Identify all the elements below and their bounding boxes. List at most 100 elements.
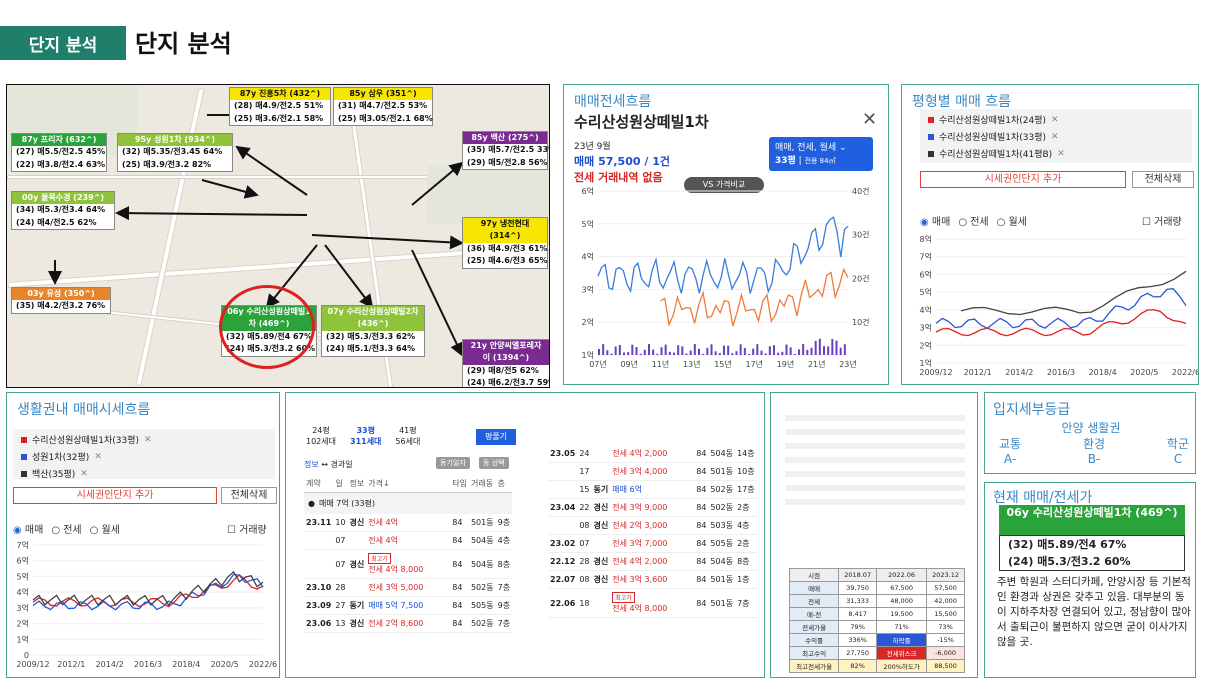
- invest-head-cell: 2018.07: [838, 568, 878, 582]
- area-tab[interactable]: 41평 56세대: [395, 425, 420, 447]
- cell-f: 2층: [737, 503, 750, 512]
- map-label-sungwon[interactable]: 95y 성원1차 (934^) (32) 매5.35/전3.45 64% (25) …: [117, 133, 233, 173]
- map-label-prija[interactable]: 87y 프리자 (632^) (27) 매5.5/전2.5 45% (22) 매3.…: [11, 133, 107, 173]
- table-row[interactable]: 23.10 28 전세 3억 5,000 84 502동 7층: [304, 579, 513, 597]
- radio-sale[interactable]: ◉ 매매: [920, 213, 950, 228]
- filter-select[interactable]: 매매, 전세, 월세 ⌄ 33평 | 전용 84㎡: [769, 137, 873, 171]
- volume-checkbox[interactable]: ☐ 거래량: [1142, 213, 1182, 228]
- table-row[interactable]: 17 전세 3억 4,000 84 501동 10층: [548, 463, 757, 481]
- col-header[interactable]: 가격↓: [366, 475, 450, 493]
- elapsed-tab[interactable]: 경과일: [331, 460, 353, 469]
- x-tick: 2022/6: [249, 660, 277, 669]
- col-header[interactable]: 층: [496, 475, 512, 493]
- highest-price-tag: 최고가: [612, 592, 635, 603]
- invest-cell: 하락률: [876, 633, 928, 647]
- map-label-row: (25) 매3.05/전2.1 68%: [338, 113, 433, 123]
- info-tab[interactable]: 정보: [304, 460, 319, 469]
- map-label-yusung[interactable]: 03y 유성 (350^) (35) 매4.2/전3.2 76%: [11, 287, 111, 314]
- sync-date-chip[interactable]: 동기일자: [436, 457, 470, 469]
- table-row[interactable]: 23.04 22 경신 전세 3억 9,000 84 502동 2층: [548, 499, 757, 517]
- col-header[interactable]: 일: [333, 475, 347, 493]
- x-tick: 19년: [777, 359, 795, 369]
- map-label-head: 00y 율목수경 (239^): [12, 192, 114, 205]
- legend-label: 수리산성원상떼빌1차(41평B): [939, 150, 1053, 160]
- volume-bar: [639, 353, 642, 355]
- remove-icon[interactable]: ✕: [1051, 115, 1059, 125]
- volume-bar: [814, 340, 817, 355]
- cell-dong: 502동: [710, 485, 734, 494]
- y-tick: 1억: [17, 634, 29, 644]
- type-select-value: 매매, 전세, 월세: [775, 143, 837, 153]
- life-clear-all-button[interactable]: 전체삭제: [221, 487, 277, 504]
- map-label-anyang[interactable]: 21y 안양씨엘포레자이 (1394^) (29) 매8/전5 62% (24) 매…: [462, 339, 549, 387]
- invest-head-row: 시점 2018.07 2022.06 2023.12: [788, 568, 965, 582]
- col-header[interactable]: 타입: [450, 475, 469, 493]
- invest-table: 시점 2018.07 2022.06 2023.12 매매 39,750 67,500 57,…: [788, 568, 965, 673]
- remove-icon[interactable]: ✕: [80, 469, 88, 479]
- remove-icon[interactable]: ✕: [94, 452, 102, 462]
- remove-icon[interactable]: ✕: [144, 435, 152, 445]
- cell-m: [304, 550, 333, 579]
- clear-all-button[interactable]: 전체삭제: [1132, 171, 1194, 188]
- table-row[interactable]: 22.07 08 경신 전세 3억 3,600 84 501동 1층: [548, 571, 757, 589]
- cell-k: [348, 579, 367, 597]
- map-label-samwoo[interactable]: 85y 삼우 (351^) (31) 매4.7/전2.5 53% (25) 매3.0…: [333, 87, 433, 127]
- section-tab[interactable]: 단지 분석: [0, 26, 126, 60]
- map-label-jinheung[interactable]: 87y 진흥5차 (432^) (28) 매4.9/전2.5 51% (25) 매3…: [229, 87, 331, 127]
- radio-rent[interactable]: ○ 월세: [997, 213, 1027, 228]
- map-label-suri2[interactable]: 07y 수리산성원상떼빌2차 (436^) (32) 매5.3/전3.3 62% (…: [321, 305, 425, 357]
- life-volume-checkbox[interactable]: ☐ 거래량: [227, 521, 267, 536]
- life-radio-rent[interactable]: ○ 월세: [90, 521, 120, 536]
- grade-value: A-: [1003, 452, 1017, 466]
- table-row[interactable]: 23.06 13 경신 전세 2억 8,600 84 502동 7층: [304, 615, 513, 633]
- map-label-yulmok[interactable]: 00y 율목수경 (239^) (34) 매5.3/전3.4 64% (24) 매4…: [11, 191, 115, 231]
- table-row[interactable]: 22.12 28 경신 전세 4억 2,000 84 504동 8층: [548, 553, 757, 571]
- radio-jeonse[interactable]: ○ 전세: [958, 213, 988, 228]
- cell-a: 84: [452, 518, 463, 527]
- col-header[interactable]: 계약: [304, 475, 333, 493]
- table-row[interactable]: 23.02 07 전세 3억 7,000 84 505동 2층: [548, 535, 757, 553]
- table-row[interactable]: 08 경신 전세 2억 3,000 84 503동 4층: [548, 517, 757, 535]
- y2-tick: 20건: [852, 273, 870, 283]
- map-label-baeksan[interactable]: 85y 백산 (275^) (35) 매5.7/전2.5 33% (29) 매5/전…: [462, 131, 549, 171]
- col-header[interactable]: 정보: [348, 475, 367, 493]
- grade-key: 환경: [1082, 437, 1106, 451]
- remove-icon[interactable]: ✕: [1051, 132, 1059, 142]
- x-tick: 2020/5: [211, 660, 239, 669]
- life-add-complex-button[interactable]: 시세권인단지 추가: [13, 487, 217, 504]
- table-row[interactable]: 23.11 10 경신 전세 4억 84 501동 9층: [304, 514, 513, 532]
- cell-m: [304, 532, 333, 550]
- cell-dong: 502동: [470, 583, 494, 592]
- area-tab[interactable]: 33평 311세대: [350, 425, 381, 447]
- rate-button[interactable]: 평풀기: [476, 429, 516, 445]
- cell-f: 7층: [737, 598, 750, 608]
- col-header[interactable]: 거래동: [469, 475, 496, 493]
- table-row[interactable]: 23.09 27 동기 매매 5억 7,500 84 505동 9층: [304, 597, 513, 615]
- close-icon[interactable]: ✕: [862, 109, 877, 130]
- invest-cell: -15%: [926, 633, 965, 647]
- volume-bar: [806, 349, 809, 355]
- table-row[interactable]: 23.05 24 전세 4억 2,000 84 504동 14층: [548, 445, 757, 463]
- map-label-naengcheon[interactable]: 97y 냉천현대 (314^) (36) 매4.9/전3 61% (25) 매4.6…: [462, 217, 548, 269]
- invest-cell: 전세: [788, 594, 840, 608]
- invest-row: 수익률 336% 하락률 -15%: [788, 633, 965, 647]
- dong-select-chip[interactable]: 동 선택: [479, 457, 509, 469]
- life-radio-jeonse[interactable]: ○ 전세: [51, 521, 81, 536]
- table-row[interactable]: 15 동기 매매 6억 84 502동 17층: [548, 481, 757, 499]
- table-row[interactable]: 07 경신 최고가 전세 4억 8,000 84 504동 8층: [304, 550, 513, 579]
- area-tab[interactable]: 24평 102세대: [306, 425, 336, 447]
- remove-icon[interactable]: ✕: [1057, 149, 1065, 159]
- volume-bar: [618, 345, 621, 355]
- life-radio-sale[interactable]: ◉ 매매: [13, 521, 43, 536]
- trade-date: 23년 9월: [574, 142, 611, 152]
- volume-bar: [756, 344, 759, 355]
- area-sub: 전용 84㎡: [804, 157, 836, 165]
- volume-bar: [606, 350, 609, 355]
- table-row[interactable]: 22.06 18 최고가 전세 4억 8,000 84 501동 7층: [548, 589, 757, 618]
- map-label-head: 85y 삼우 (351^): [334, 88, 432, 101]
- volume-bar: [793, 353, 796, 355]
- add-complex-button[interactable]: 시세권인단지 추가: [920, 171, 1126, 188]
- complex-map[interactable]: 87y 진흥5차 (432^) (28) 매4.9/전2.5 51% (25) 매3…: [6, 84, 550, 388]
- table-row[interactable]: 07 전세 4억 84 504동 4층: [304, 532, 513, 550]
- volume-bar: [760, 350, 763, 355]
